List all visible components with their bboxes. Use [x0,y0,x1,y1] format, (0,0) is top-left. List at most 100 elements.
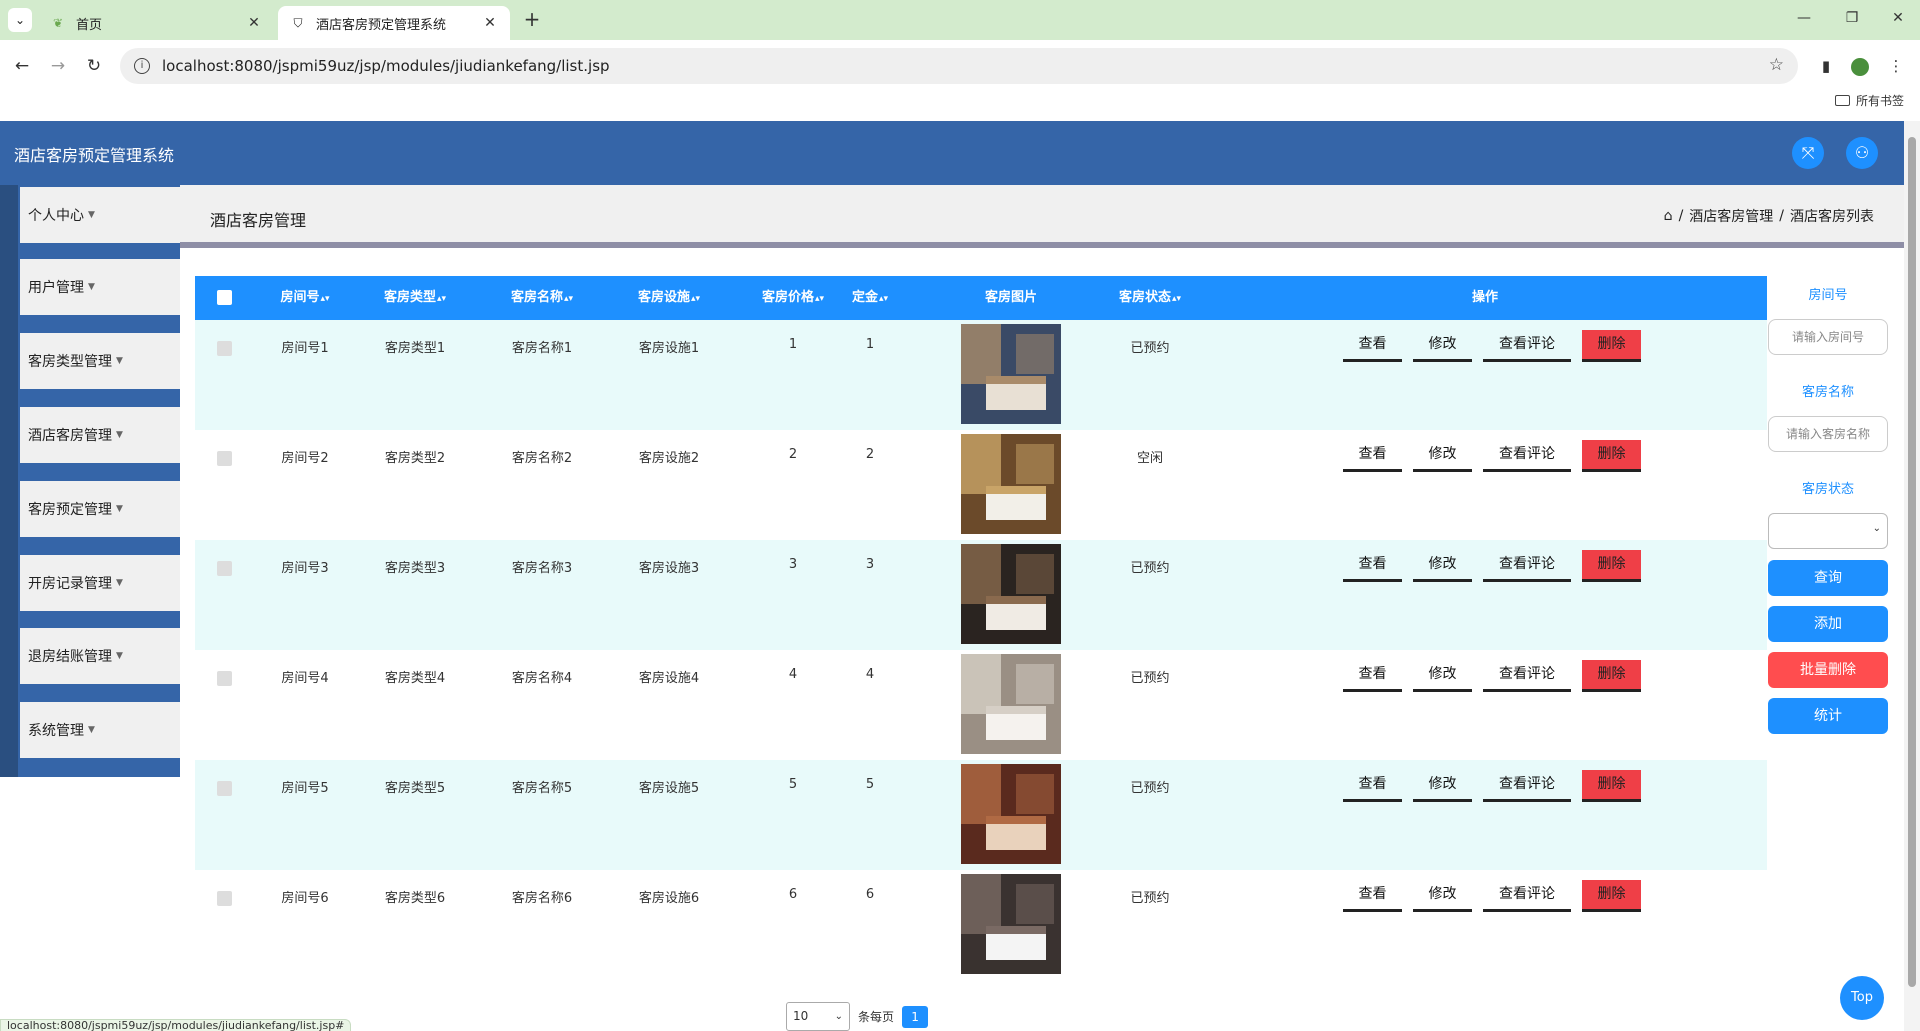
view-comments-button[interactable]: 查看评论 [1483,770,1571,802]
room-image [961,434,1061,534]
close-icon[interactable]: ✕ [246,15,262,31]
browser-toolbar: ← → ↻ i localhost:8080/jspmi59uz/jsp/mod… [0,40,1920,126]
edit-button[interactable]: 修改 [1413,880,1472,912]
room-type-cell: 客房类型4 [384,671,446,686]
address-bar[interactable]: i localhost:8080/jspmi59uz/jsp/modules/j… [120,48,1798,84]
bookmark-star-icon[interactable]: ☆ [1769,55,1784,75]
fullscreen-icon[interactable]: ⤧ [1792,137,1824,169]
row-checkbox[interactable] [217,781,232,796]
sidebar-item-label: 退房结账管理 [28,649,112,665]
forward-arrow-icon[interactable]: → [46,54,70,78]
view-comments-button[interactable]: 查看评论 [1483,660,1571,692]
breadcrumb-separator: / [1779,208,1784,224]
caret-down-icon: ▼ [116,578,123,588]
scrollbar-thumb[interactable] [1908,137,1916,987]
side-panel-icon[interactable]: ▮ [1814,54,1838,78]
view-comments-button[interactable]: 查看评论 [1483,440,1571,472]
new-tab-plus-icon[interactable]: + [520,8,544,32]
view-button[interactable]: 查看 [1343,330,1402,362]
edit-button[interactable]: 修改 [1413,770,1472,802]
deposit-cell: 1 [865,337,875,352]
delete-button[interactable]: 删除 [1582,880,1641,912]
row-checkbox[interactable] [217,891,232,906]
edit-button[interactable]: 修改 [1413,550,1472,582]
view-button[interactable]: 查看 [1343,660,1402,692]
delete-button[interactable]: 删除 [1582,330,1641,362]
statistics-button[interactable]: 统计 [1768,698,1888,734]
sidebar-item[interactable]: 系统管理 ▼ [20,702,180,758]
column-header[interactable]: 房间号▴▾ [255,276,355,320]
row-checkbox[interactable] [217,671,232,686]
delete-button[interactable]: 删除 [1582,770,1641,802]
delete-button[interactable]: 删除 [1582,440,1641,472]
reload-icon[interactable]: ↻ [82,54,106,78]
profile-avatar-icon[interactable] [1848,54,1872,78]
view-button[interactable]: 查看 [1343,880,1402,912]
room-price-cell: 5 [788,777,798,792]
restore-icon[interactable]: ❐ [1842,10,1862,26]
query-button[interactable]: 查询 [1768,560,1888,596]
browser-tab-active[interactable]: ⛉ 酒店客房预定管理系统 ✕ [278,6,510,40]
room-type-cell: 客房类型1 [384,341,446,356]
view-button[interactable]: 查看 [1343,550,1402,582]
select-all-checkbox[interactable] [217,290,232,305]
sidebar-item[interactable]: 开房记录管理 ▼ [20,555,180,611]
view-comments-button[interactable]: 查看评论 [1483,330,1571,362]
row-checkbox[interactable] [217,561,232,576]
browser-tab-home[interactable]: ❦ 首页 ✕ [38,6,274,40]
window-close-icon[interactable]: ✕ [1888,10,1908,26]
batch-delete-button[interactable]: 批量删除 [1768,652,1888,688]
close-icon[interactable]: ✕ [482,15,498,31]
room-price-cell: 2 [788,447,798,462]
page-scrollbar[interactable] [1904,121,1920,1031]
deposit-cell: 4 [865,667,875,682]
view-comments-button[interactable]: 查看评论 [1483,880,1571,912]
room-no-input[interactable]: 请输入房间号 [1768,319,1888,355]
delete-button[interactable]: 删除 [1582,550,1641,582]
room-status-select[interactable]: ⌄ [1768,513,1888,549]
table-header: 房间号▴▾ 客房类型▴▾ 客房名称▴▾ 客房设施▴▾ 客房价格▴▾ 定金▴▾ 客… [195,276,1767,320]
breadcrumb-item[interactable]: 酒店客房管理 [1689,206,1773,226]
edit-button[interactable]: 修改 [1413,330,1472,362]
column-header[interactable]: 客房状态▴▾ [1095,276,1205,320]
home-icon[interactable]: ⌂ [1664,208,1673,224]
sidebar-item-label: 开房记录管理 [28,576,112,592]
tab-search-chevron-icon[interactable]: ⌄ [8,8,32,32]
per-page-label: 条每页 [858,1010,895,1024]
sidebar-item[interactable]: 个人中心 ▼ [20,187,180,243]
caret-down-icon: ▼ [88,725,95,735]
column-header[interactable]: 客房类型▴▾ [365,276,465,320]
page-number-button[interactable]: 1 [902,1005,929,1028]
add-button[interactable]: 添加 [1768,606,1888,642]
view-button[interactable]: 查看 [1343,770,1402,802]
site-info-icon[interactable]: i [134,58,150,74]
user-icon[interactable]: ⚇ [1846,137,1878,169]
sidebar-item[interactable]: 用户管理 ▼ [20,259,180,315]
back-arrow-icon[interactable]: ← [10,54,34,78]
page-size-select[interactable]: 10 ⌄ [786,1002,850,1031]
column-header[interactable]: 客房价格▴▾ [743,276,843,320]
column-header[interactable]: 客房设施▴▾ [619,276,719,320]
minimize-icon[interactable]: — [1794,10,1814,26]
row-checkbox[interactable] [217,341,232,356]
delete-button[interactable]: 删除 [1582,660,1641,692]
column-header[interactable]: 定金▴▾ [835,276,905,320]
tab-title: 首页 [76,17,103,33]
edit-button[interactable]: 修改 [1413,440,1472,472]
kebab-menu-icon[interactable]: ⋮ [1884,54,1908,78]
view-comments-button[interactable]: 查看评论 [1483,550,1571,582]
sidebar-item[interactable]: 酒店客房管理 ▼ [20,407,180,463]
sidebar-item[interactable]: 客房预定管理 ▼ [20,481,180,537]
room-no-cell: 房间号6 [281,891,329,906]
edit-button[interactable]: 修改 [1413,660,1472,692]
back-to-top-button[interactable]: Top [1840,976,1884,1020]
room-name-input[interactable]: 请输入客房名称 [1768,416,1888,452]
sidebar-item[interactable]: 退房结账管理 ▼ [20,628,180,684]
all-bookmarks[interactable]: 所有书签 [1834,92,1904,109]
column-header[interactable]: 客房名称▴▾ [492,276,592,320]
sidebar-item[interactable]: 客房类型管理 ▼ [20,333,180,389]
view-button[interactable]: 查看 [1343,440,1402,472]
room-no-cell: 房间号2 [281,451,329,466]
row-checkbox[interactable] [217,451,232,466]
room-facility-cell: 客房设施2 [638,451,700,466]
